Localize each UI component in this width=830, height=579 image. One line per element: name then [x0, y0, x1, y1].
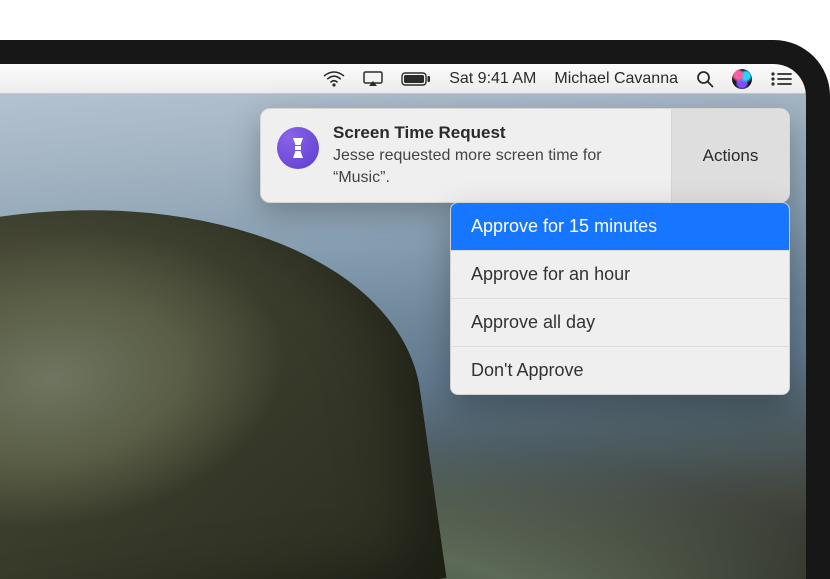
notification-center-icon[interactable] — [770, 71, 792, 87]
menu-item-approve-hour[interactable]: Approve for an hour — [451, 250, 789, 298]
menubar-datetime[interactable]: Sat 9:41 AM — [449, 70, 536, 88]
menubar: Sat 9:41 AM Michael Cavanna — [0, 64, 806, 94]
notification-body: Jesse requested more screen time for “Mu… — [333, 145, 661, 188]
notification-actions-button[interactable]: Actions — [671, 109, 789, 202]
menubar-username[interactable]: Michael Cavanna — [554, 70, 678, 88]
screen: Sat 9:41 AM Michael Cavanna Screen Time … — [0, 64, 806, 579]
notification-content: Screen Time Request Jesse requested more… — [261, 109, 671, 202]
wifi-icon[interactable] — [323, 71, 345, 87]
spotlight-search-icon[interactable] — [696, 70, 714, 88]
battery-icon[interactable] — [401, 72, 431, 86]
actions-menu: Approve for 15 minutes Approve for an ho… — [450, 202, 790, 395]
menu-item-approve-15min[interactable]: Approve for 15 minutes — [451, 203, 789, 250]
menu-item-dont-approve[interactable]: Don't Approve — [451, 346, 789, 394]
siri-icon[interactable] — [732, 69, 752, 89]
desktop: Screen Time Request Jesse requested more… — [0, 94, 806, 579]
screen-time-icon — [277, 127, 319, 169]
screen-time-notification: Screen Time Request Jesse requested more… — [260, 108, 790, 203]
airplay-icon[interactable] — [363, 71, 383, 87]
menu-item-approve-all-day[interactable]: Approve all day — [451, 298, 789, 346]
wallpaper-cliff — [0, 162, 447, 579]
device-bezel: Sat 9:41 AM Michael Cavanna Screen Time … — [0, 40, 830, 579]
notification-title: Screen Time Request — [333, 123, 661, 143]
